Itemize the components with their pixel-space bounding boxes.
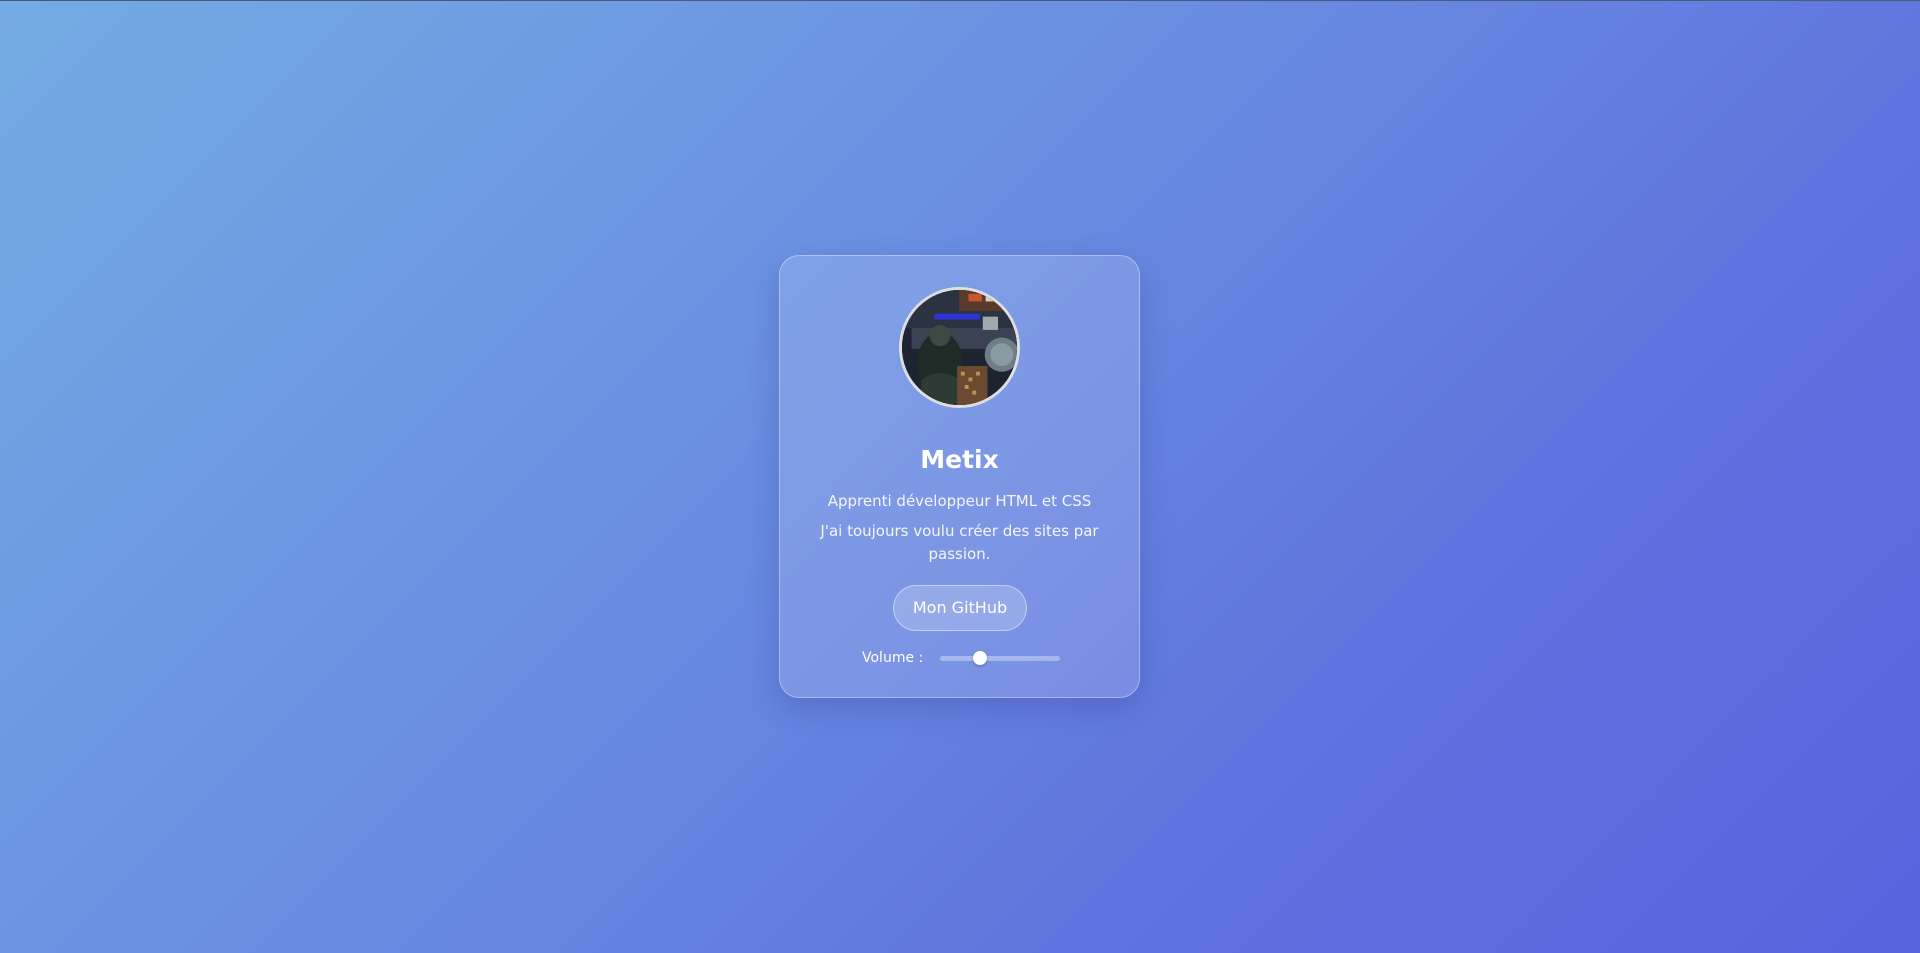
profile-role: Apprenti développeur HTML et CSS: [827, 492, 1092, 510]
profile-bio: J'ai toujours voulu créer des sites par …: [820, 522, 1099, 563]
avatar: [899, 287, 1020, 408]
top-border: [0, 0, 1920, 1]
volume-slider-thumb[interactable]: [972, 651, 987, 665]
volume-control: Volume :: [862, 647, 1082, 669]
github-button[interactable]: Mon GitHub: [893, 585, 1027, 631]
volume-slider[interactable]: [940, 651, 1060, 665]
profile-card: Metix Apprenti développeur HTML et CSS J…: [779, 255, 1140, 698]
avatar-photo-icon: [902, 290, 1017, 405]
volume-slider-track[interactable]: [940, 656, 1060, 661]
profile-name: Metix: [920, 445, 999, 474]
volume-label: Volume :: [862, 650, 924, 666]
